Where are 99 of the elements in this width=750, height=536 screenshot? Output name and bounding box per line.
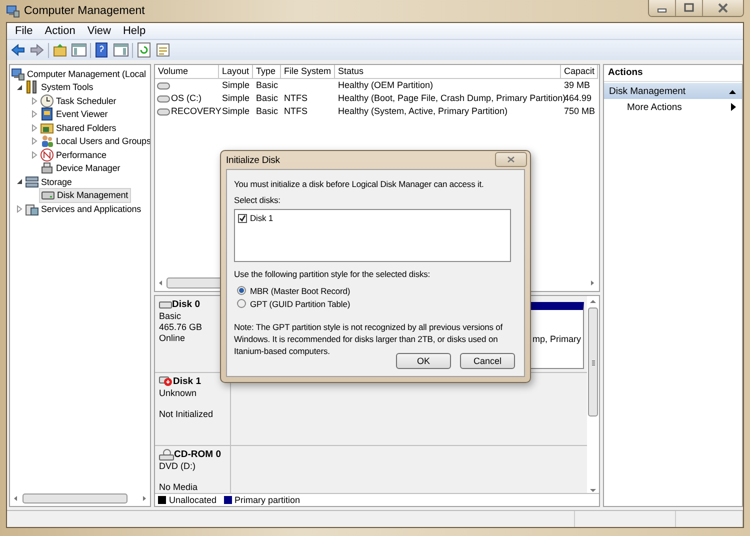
tree-item[interactable]: Task Scheduler: [39, 94, 118, 108]
disk-warning-icon: [159, 376, 173, 387]
action-pane-icon[interactable]: [113, 42, 129, 58]
disk-size: 465.76 GB: [159, 322, 204, 333]
refresh-icon[interactable]: [136, 42, 152, 58]
legend-label: Primary partition: [234, 495, 300, 505]
action-link[interactable]: More Actions: [627, 102, 682, 112]
storage-icon: [25, 174, 39, 189]
dialog-message: You must initialize a disk before Logical Disk Manager can access it.: [234, 178, 484, 190]
table-cell: Basic: [256, 80, 278, 90]
menu-item[interactable]: Help: [116, 25, 152, 37]
collapsed-arrow-icon[interactable]: [31, 150, 38, 159]
disk-name: CD-ROM 0: [174, 448, 221, 461]
close-button[interactable]: [495, 152, 527, 167]
collapsed-arrow-icon[interactable]: [16, 204, 23, 213]
device-manager-icon: [40, 161, 54, 176]
tree-item[interactable]: Disk Management: [39, 188, 132, 203]
collapsed-arrow-icon[interactable]: [31, 110, 38, 118]
back-arrow-icon[interactable]: [10, 42, 26, 58]
table-cell: NTFS: [284, 93, 308, 103]
pane-title: Actions: [604, 65, 742, 82]
table-cell: 750 MB: [564, 106, 596, 116]
table-cell: 464.99: [564, 93, 592, 103]
column-header[interactable]: Status: [335, 65, 561, 79]
close-icon[interactable]: [702, 0, 743, 16]
tree-item[interactable]: Storage: [24, 175, 74, 188]
table-cell: Basic: [256, 93, 278, 103]
drive-icon: [157, 108, 170, 116]
field-label: Use the following partition style for the selected disks:: [234, 268, 430, 280]
disk-name: Disk 1: [173, 375, 201, 388]
app-icon: [6, 4, 20, 18]
table-cell: NTFS: [284, 106, 308, 116]
tree-item[interactable]: Performance: [39, 148, 108, 162]
table-cell: Healthy (System, Active, Primary Partition): [338, 106, 508, 116]
radio-option[interactable]: MBR (Master Boot Record): [237, 284, 350, 297]
console-tree-icon[interactable]: [71, 42, 87, 58]
disk-status: Not Initialized: [159, 409, 214, 420]
tree-item[interactable]: Device Manager: [39, 162, 122, 175]
expanded-arrow-icon[interactable]: [16, 178, 23, 186]
checkmark-icon: [239, 214, 246, 222]
collapsed-arrow-icon[interactable]: [31, 124, 38, 132]
minimize-icon[interactable]: [649, 0, 675, 16]
table-cell: OS (C:): [171, 92, 202, 105]
table-cell: Basic: [256, 106, 278, 116]
drive-icon: [157, 82, 170, 90]
legend-label: Unallocated: [169, 495, 217, 505]
tree-item[interactable]: System Tools: [24, 80, 96, 94]
column-header[interactable]: Layout: [219, 65, 253, 79]
folder-up-icon[interactable]: [52, 42, 68, 58]
disk-status: Online: [159, 333, 186, 344]
tree-item[interactable]: Event Viewer: [39, 108, 110, 121]
disk-type: DVD (D:): [159, 461, 196, 472]
menu-item[interactable]: View: [81, 25, 117, 37]
table-cell: RECOVERY: [171, 105, 222, 118]
disk-type: Basic: [159, 311, 182, 322]
disk-name: Disk 0: [172, 298, 200, 311]
menu-item[interactable]: File: [9, 25, 39, 37]
table-cell: Healthy (OEM Partition): [338, 80, 434, 90]
close-icon: [507, 156, 515, 163]
disk-status: No Media: [159, 482, 199, 493]
actions-section-header[interactable]: Disk Management: [604, 83, 742, 99]
table-cell: 39 MB: [564, 80, 590, 90]
menu-item[interactable]: Action: [38, 25, 82, 37]
shared-folder-icon: [40, 120, 54, 135]
radio-option[interactable]: GPT (GUID Partition Table): [237, 297, 350, 310]
expanded-arrow-icon[interactable]: [16, 84, 23, 91]
horizontal-scrollbar[interactable]: [13, 493, 147, 504]
tree-item[interactable]: Shared Folders: [39, 121, 118, 134]
disk-list[interactable]: Disk 1: [234, 209, 511, 262]
window-title: Computer Management: [24, 5, 145, 17]
drive-icon: [157, 94, 170, 102]
table-cell: Healthy (Boot, Page File, Crash Dump, Primary Partition): [338, 93, 566, 103]
cancel-button[interactable]: Cancel: [460, 353, 515, 369]
column-header[interactable]: Type: [253, 65, 281, 79]
tree-item[interactable]: Services and Applications: [24, 202, 144, 216]
dialog-title: Initialize Disk: [226, 154, 280, 168]
collapsed-arrow-icon[interactable]: [31, 137, 38, 146]
ok-button[interactable]: OK: [396, 353, 451, 369]
cd-drive-icon: [159, 448, 174, 460]
table-cell: Simple: [222, 93, 250, 103]
table-cell: Simple: [222, 106, 250, 116]
column-header[interactable]: File System: [281, 65, 335, 79]
field-label: Select disks:: [234, 194, 280, 206]
collapsed-arrow-icon[interactable]: [31, 96, 38, 105]
maximize-icon[interactable]: [675, 0, 702, 16]
disk-type: Unknown: [159, 388, 198, 399]
clock-icon: [40, 94, 54, 108]
tree-item[interactable]: Computer Management (Local: [10, 67, 148, 80]
submenu-arrow-icon[interactable]: [731, 103, 736, 111]
disk-checkbox[interactable]: Disk 1: [238, 212, 274, 224]
users-icon: [40, 134, 54, 148]
table-cell: Simple: [222, 80, 250, 90]
performance-icon: [40, 148, 54, 162]
column-header[interactable]: Volume: [155, 65, 219, 79]
properties-icon[interactable]: [155, 42, 171, 58]
forward-arrow-icon[interactable]: [29, 42, 45, 58]
collapse-triangle-icon[interactable]: [729, 88, 736, 94]
column-header[interactable]: Capacit: [561, 65, 598, 79]
help-icon[interactable]: [94, 42, 110, 58]
